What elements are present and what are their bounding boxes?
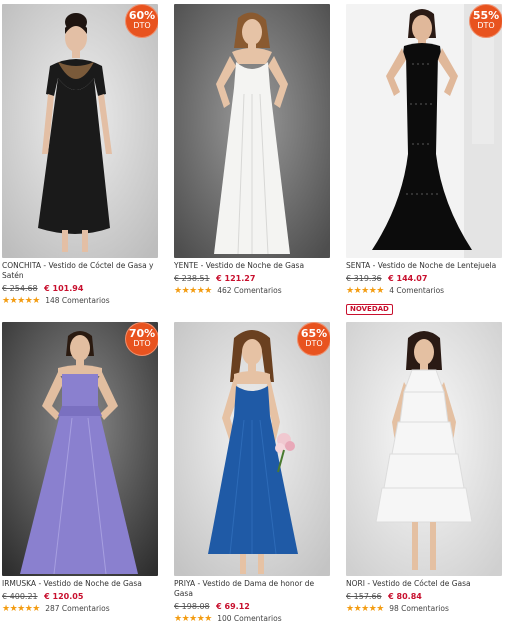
product-card[interactable]: 70% DTO IRMUSKA - Vestido de Noche de Ga…	[2, 322, 162, 614]
product-card[interactable]: 65% DTO PRIYA - Vestido de Dama de honor…	[174, 322, 334, 624]
rating-row[interactable]: ★★★★★ 462 Comentarios	[174, 286, 334, 296]
review-count[interactable]: 462 Comentarios	[217, 286, 281, 295]
price-row: € 157.66 € 80.84	[346, 592, 506, 602]
product-image[interactable]	[346, 322, 502, 576]
product-grid: 60% DTO CONCHITA - Vestido de Cóctel de …	[0, 0, 508, 624]
product-name-link[interactable]: PRIYA - Vestido de Dama de honor de Gasa	[174, 579, 332, 599]
product-name-link[interactable]: NORI - Vestido de Cóctel de Gasa	[346, 579, 504, 589]
product-image[interactable]: 70% DTO	[2, 322, 158, 576]
review-count[interactable]: 287 Comentarios	[45, 604, 109, 613]
price-row: € 198.08 € 69.12	[174, 602, 334, 612]
original-price: € 319.36	[346, 274, 382, 283]
product-card[interactable]: NORI - Vestido de Cóctel de Gasa € 157.6…	[346, 322, 506, 614]
review-count[interactable]: 98 Comentarios	[389, 604, 449, 613]
sale-price: € 101.94	[44, 284, 84, 293]
rating-row[interactable]: ★★★★★ 100 Comentarios	[174, 614, 334, 624]
discount-badge: 60% DTO	[125, 4, 158, 38]
price-row: € 319.36 € 144.07	[346, 274, 506, 284]
sale-price: € 80.84	[388, 592, 422, 601]
original-price: € 238.51	[174, 274, 210, 283]
review-count[interactable]: 100 Comentarios	[217, 614, 281, 623]
product-name-link[interactable]: SENTA - Vestido de Noche de Lentejuela	[346, 261, 504, 271]
review-count[interactable]: 148 Comentarios	[45, 296, 109, 305]
discount-badge: 70% DTO	[125, 322, 158, 356]
star-rating-icon: ★★★★★	[174, 614, 212, 624]
sale-price: € 69.12	[216, 602, 250, 611]
sale-price: € 120.05	[44, 592, 84, 601]
star-rating-icon: ★★★★★	[174, 286, 212, 296]
product-card[interactable]: 55% DTO SENTA - Vestido de Noche de Lent…	[346, 4, 506, 315]
product-name-link[interactable]: YENTE - Vestido de Noche de Gasa	[174, 261, 332, 271]
star-rating-icon: ★★★★★	[346, 286, 384, 296]
product-image[interactable]: 60% DTO	[2, 4, 158, 258]
original-price: € 157.66	[346, 592, 382, 601]
original-price: € 198.08	[174, 602, 210, 611]
rating-row[interactable]: ★★★★★ 148 Comentarios	[2, 296, 162, 306]
sale-price: € 144.07	[388, 274, 428, 283]
product-card[interactable]: 60% DTO CONCHITA - Vestido de Cóctel de …	[2, 4, 162, 306]
product-name-link[interactable]: IRMUSKA - Vestido de Noche de Gasa	[2, 579, 160, 589]
discount-badge: 55% DTO	[469, 4, 502, 38]
price-row: € 254.68 € 101.94	[2, 284, 162, 294]
price-row: € 238.51 € 121.27	[174, 274, 334, 284]
product-image[interactable]: 65% DTO	[174, 322, 330, 576]
product-image[interactable]	[174, 4, 330, 258]
original-price: € 254.68	[2, 284, 38, 293]
rating-row[interactable]: ★★★★★ 4 Comentarios	[346, 286, 506, 296]
discount-badge: 65% DTO	[297, 322, 330, 356]
price-row: € 400.21 € 120.05	[2, 592, 162, 602]
review-count[interactable]: 4 Comentarios	[389, 286, 444, 295]
original-price: € 400.21	[2, 592, 38, 601]
new-badge: NOVEDAD	[346, 304, 393, 315]
sale-price: € 121.27	[216, 274, 256, 283]
product-card[interactable]: YENTE - Vestido de Noche de Gasa € 238.5…	[174, 4, 334, 296]
star-rating-icon: ★★★★★	[2, 296, 40, 306]
product-name-link[interactable]: CONCHITA - Vestido de Cóctel de Gasa y S…	[2, 261, 160, 281]
product-image[interactable]: 55% DTO	[346, 4, 502, 258]
